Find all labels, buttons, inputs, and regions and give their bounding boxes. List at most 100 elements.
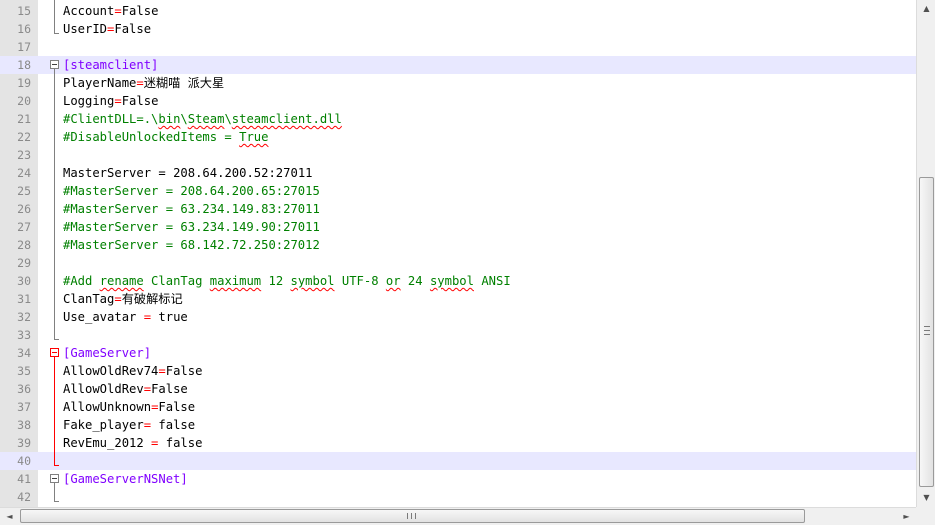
editor-line[interactable]: 19 PlayerName=迷糊喵 派大星 bbox=[0, 74, 916, 92]
line-text[interactable]: Account=False bbox=[63, 2, 158, 20]
line-text[interactable]: AllowOldRev=False bbox=[63, 380, 188, 398]
editor-line[interactable]: 16 UserID=False bbox=[0, 20, 916, 38]
code-token: = bbox=[114, 4, 122, 18]
line-text[interactable]: MasterServer = 208.64.200.52:27011 bbox=[63, 164, 313, 182]
editor-line[interactable]: 26 #MasterServer = 63.234.149.83:27011 bbox=[0, 200, 916, 218]
code-token: = bbox=[158, 364, 166, 378]
line-text[interactable]: AllowUnknown=False bbox=[63, 398, 195, 416]
line-number: 23 bbox=[17, 148, 31, 162]
fold-end-marker bbox=[54, 501, 59, 502]
code-token: 有破解标记 bbox=[121, 292, 183, 306]
line-number: 39 bbox=[17, 436, 31, 450]
code-token: = bbox=[143, 436, 166, 450]
line-text[interactable]: RevEmu_2012 = false bbox=[63, 434, 202, 452]
line-text[interactable]: #Add rename ClanTag maximum 12 symbol UT… bbox=[63, 272, 511, 290]
editor-line[interactable]: 23 bbox=[0, 146, 916, 164]
editor-line[interactable]: 33 bbox=[0, 326, 916, 344]
editor-line[interactable]: 30 #Add rename ClanTag maximum 12 symbol … bbox=[0, 272, 916, 290]
editor-line[interactable]: 42 bbox=[0, 488, 916, 506]
code-token: #MasterServer = 63.234.149.90:27011 bbox=[63, 220, 320, 234]
line-number: 41 bbox=[17, 472, 31, 486]
editor-line[interactable]: 27 #MasterServer = 63.234.149.90:27011 bbox=[0, 218, 916, 236]
line-text[interactable]: [GameServer] bbox=[63, 344, 151, 362]
editor-line[interactable]: 21 #ClientDLL=.\bin\Steam\steamclient.dll bbox=[0, 110, 916, 128]
fold-toggle-icon[interactable] bbox=[50, 474, 59, 483]
line-text[interactable]: ClanTag=有破解标记 bbox=[63, 290, 183, 308]
line-text[interactable]: Fake_player= false bbox=[63, 416, 195, 434]
code-token: False bbox=[121, 4, 159, 18]
line-text[interactable]: #MasterServer = 208.64.200.65:27015 bbox=[63, 182, 320, 200]
editor-line[interactable]: 39 RevEmu_2012 = false bbox=[0, 434, 916, 452]
horizontal-scrollbar[interactable]: ◄ ► bbox=[0, 507, 916, 525]
fold-line bbox=[54, 483, 55, 501]
code-token: = bbox=[143, 382, 152, 396]
fold-line bbox=[54, 0, 55, 33]
line-text[interactable]: Logging=False bbox=[63, 92, 158, 110]
code-token: PlayerName bbox=[63, 76, 137, 90]
editor-line[interactable]: 32 Use_avatar = true bbox=[0, 308, 916, 326]
line-text[interactable]: UserID=False bbox=[63, 20, 151, 38]
editor-line[interactable]: 36 AllowOldRev=False bbox=[0, 380, 916, 398]
horizontal-scroll-thumb[interactable] bbox=[20, 509, 805, 523]
code-token: #Add bbox=[63, 274, 100, 288]
editor-line[interactable]: 35 AllowOldRev74=False bbox=[0, 362, 916, 380]
fold-end-marker bbox=[54, 33, 59, 34]
editor-line[interactable]: 25 #MasterServer = 208.64.200.65:27015 bbox=[0, 182, 916, 200]
misspelled-token: True bbox=[239, 130, 269, 144]
code-token: UserID bbox=[63, 22, 108, 36]
line-text[interactable]: PlayerName=迷糊喵 派大星 bbox=[63, 74, 224, 92]
editor-line[interactable]: 37 AllowUnknown=False bbox=[0, 398, 916, 416]
vertical-scrollbar[interactable]: ▲ ▼ bbox=[916, 0, 935, 507]
editor-line[interactable]: 24 MasterServer = 208.64.200.52:27011 bbox=[0, 164, 916, 182]
editor-line[interactable]: 38 Fake_player= false bbox=[0, 416, 916, 434]
fold-end-marker bbox=[54, 465, 59, 466]
code-token: = bbox=[114, 292, 122, 306]
scroll-down-button[interactable]: ▼ bbox=[918, 489, 935, 506]
scroll-up-button[interactable]: ▲ bbox=[918, 0, 935, 17]
line-text[interactable]: #DisableUnlockedItems = True bbox=[63, 128, 268, 146]
line-number: 32 bbox=[17, 310, 31, 324]
misspelled-token: symbol bbox=[429, 274, 474, 288]
line-text[interactable]: #MasterServer = 63.234.149.90:27011 bbox=[63, 218, 320, 236]
line-text[interactable]: Use_avatar = true bbox=[63, 308, 188, 326]
editor-line[interactable]: 18 [steamclient] bbox=[0, 56, 916, 74]
line-text[interactable]: #MasterServer = 63.234.149.83:27011 bbox=[63, 200, 320, 218]
line-number: 29 bbox=[17, 256, 31, 270]
code-token: False bbox=[114, 22, 152, 36]
vertical-scroll-thumb[interactable] bbox=[919, 177, 934, 487]
editor-line[interactable]: 41 [GameServerNSNet] bbox=[0, 470, 916, 488]
editor-line[interactable]: 17 bbox=[0, 38, 916, 56]
code-token: False bbox=[121, 94, 159, 108]
scroll-right-button[interactable]: ► bbox=[898, 508, 915, 525]
text-editor[interactable]: 15 Account=False 16 UserID=False 17 18 [steamc… bbox=[0, 0, 916, 507]
code-token: = bbox=[151, 166, 174, 180]
line-text[interactable]: #ClientDLL=.\bin\Steam\steamclient.dll bbox=[63, 110, 342, 128]
code-token: = bbox=[136, 76, 144, 90]
line-text[interactable]: [GameServerNSNet] bbox=[63, 470, 188, 488]
editor-line[interactable]: 15 Account=False bbox=[0, 2, 916, 20]
line-text[interactable]: [steamclient] bbox=[63, 56, 158, 74]
scroll-left-button[interactable]: ◄ bbox=[1, 508, 18, 525]
code-token: #MasterServer = 208.64.200.65:27015 bbox=[63, 184, 320, 198]
fold-toggle-icon[interactable] bbox=[50, 348, 59, 357]
code-token: False bbox=[158, 400, 196, 414]
line-text[interactable]: AllowOldRev74=False bbox=[63, 362, 202, 380]
misspelled-token: bin bbox=[158, 112, 181, 126]
editor-line[interactable]: 28 #MasterServer = 68.142.72.250:27012 bbox=[0, 236, 916, 254]
line-text[interactable]: #MasterServer = 68.142.72.250:27012 bbox=[63, 236, 320, 254]
line-number: 34 bbox=[17, 346, 31, 360]
line-number: 37 bbox=[17, 400, 31, 414]
code-token: Fake_player bbox=[63, 418, 144, 432]
editor-line[interactable]: 29 bbox=[0, 254, 916, 272]
editor-line[interactable]: 22 #DisableUnlockedItems = True bbox=[0, 128, 916, 146]
misspelled-token: steamclient.dll bbox=[231, 112, 342, 126]
code-token: 12 bbox=[261, 274, 291, 288]
line-number: 22 bbox=[17, 130, 31, 144]
editor-line[interactable]: 40 bbox=[0, 452, 916, 470]
editor-line[interactable]: 20 Logging=False bbox=[0, 92, 916, 110]
fold-toggle-icon[interactable] bbox=[50, 60, 59, 69]
code-token: = bbox=[143, 418, 152, 432]
code-token: \ bbox=[180, 112, 188, 126]
editor-line[interactable]: 34 [GameServer] bbox=[0, 344, 916, 362]
editor-line[interactable]: 31 ClanTag=有破解标记 bbox=[0, 290, 916, 308]
